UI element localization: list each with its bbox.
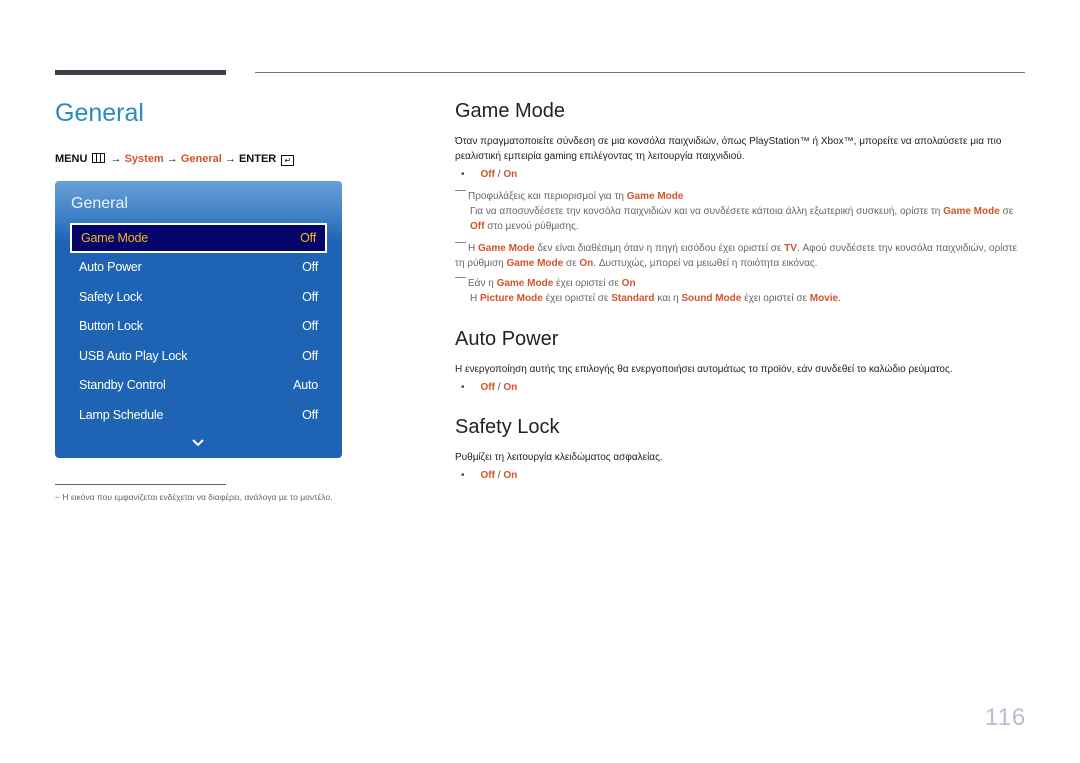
note-text: δεν είναι διαθέσιμη όταν η πηγή εισόδου …	[534, 243, 785, 254]
game-mode-note-tv-source: Η Game Mode δεν είναι διαθέσιμη όταν η π…	[455, 241, 1025, 271]
note-highlight: On	[621, 278, 636, 289]
note-dash-icon	[455, 242, 466, 243]
auto-power-heading: Auto Power	[455, 328, 559, 350]
auto-power-options: • Off / On	[461, 382, 517, 393]
bullet-dot: •	[461, 169, 465, 180]
safety-lock-options: • Off / On	[461, 470, 517, 481]
osd-item-label: Auto Power	[79, 260, 142, 275]
osd-item-safety-lock[interactable]: Safety Lock Off	[70, 282, 327, 312]
footnote: − Η εικόνα που εμφανίζεται ενδέχεται να …	[55, 492, 333, 502]
bullet-dot: •	[461, 382, 465, 393]
section-title: General	[55, 99, 144, 127]
note-text: Η	[470, 293, 480, 304]
osd-general-menu: General Game Mode Off Auto Power Off Saf…	[55, 181, 342, 458]
option-on: On	[503, 382, 518, 393]
osd-item-value: Off	[302, 319, 318, 334]
osd-item-value: Auto	[293, 378, 318, 393]
game-mode-options: • Off / On	[461, 169, 517, 180]
note-text: σε	[563, 258, 580, 269]
note-text: έχει οριστεί σε	[553, 278, 622, 289]
note-text: Προφυλάξεις και περιορισμοί για τη	[468, 191, 627, 202]
note-dash-icon	[455, 277, 466, 278]
osd-item-value: Off	[300, 230, 316, 245]
option-off: Off	[480, 470, 495, 481]
osd-item-button-lock[interactable]: Button Lock Off	[70, 312, 327, 342]
option-on: On	[503, 470, 518, 481]
osd-item-value: Off	[302, 260, 318, 275]
auto-power-description: Η ενεργοποίηση αυτής της επιλογής θα ενε…	[455, 364, 953, 375]
osd-item-label: Game Mode	[81, 230, 148, 245]
note-text: Η	[468, 243, 478, 254]
osd-item-value: Off	[302, 289, 318, 304]
note-text: Για να αποσυνδέσετε την κονσόλα παιχνιδι…	[470, 206, 944, 217]
osd-item-label: Standby Control	[79, 378, 166, 393]
note-text: και η	[654, 293, 682, 304]
note-dash-icon	[455, 190, 466, 191]
footnote-rule	[55, 484, 226, 485]
note-highlight: Game Mode	[626, 191, 684, 202]
osd-item-label: Safety Lock	[79, 289, 143, 304]
note-body: Η Picture Mode έχει οριστεί σε Standard …	[455, 291, 1025, 306]
note-highlight: Game Mode	[496, 278, 554, 289]
enter-icon: ↵	[281, 155, 295, 166]
bullet-dot: •	[461, 470, 465, 481]
note-body: Για να αποσυνδέσετε την κονσόλα παιχνιδι…	[455, 204, 1025, 234]
note-text: σε	[999, 206, 1014, 217]
option-separator: /	[497, 470, 501, 481]
option-separator: /	[497, 169, 501, 180]
note-text: Εάν η	[468, 278, 497, 289]
header-rule-thin	[255, 72, 1025, 73]
osd-item-value: Off	[302, 348, 318, 363]
osd-item-value: Off	[302, 407, 318, 422]
note-highlight: Sound Mode	[681, 293, 742, 304]
game-mode-note-on-effects: Εάν η Game Mode έχει οριστεί σε On Η Pic…	[455, 276, 1025, 306]
option-off: Off	[480, 169, 495, 180]
note-highlight: Standard	[611, 293, 655, 304]
osd-title: General	[71, 195, 128, 212]
header-rule-thick	[55, 70, 226, 75]
osd-item-label: USB Auto Play Lock	[79, 348, 188, 363]
chevron-down-icon[interactable]	[191, 436, 205, 450]
safety-lock-heading: Safety Lock	[455, 416, 560, 438]
note-text: . Δυστυχώς, μπορεί να μειωθεί η ποιότητα…	[593, 258, 818, 269]
breadcrumb-menu: MENU	[55, 153, 88, 165]
osd-item-game-mode[interactable]: Game Mode Off	[70, 223, 327, 253]
note-highlight: Picture Mode	[480, 293, 543, 304]
game-mode-heading: Game Mode	[455, 100, 566, 122]
note-text: στο μενού ρύθμισης.	[484, 221, 579, 232]
safety-lock-description: Ρυθμίζει τη λειτουργία κλειδώματος ασφαλ…	[455, 452, 663, 463]
option-separator: /	[497, 382, 501, 393]
note-highlight: Movie	[809, 293, 839, 304]
note-highlight: Game Mode	[506, 258, 564, 269]
breadcrumb-system: System	[124, 153, 164, 165]
note-highlight: Off	[470, 221, 485, 232]
note-text: έχει οριστεί σε	[542, 293, 612, 304]
note-highlight: Game Mode	[478, 243, 535, 254]
osd-item-lamp-schedule[interactable]: Lamp Schedule Off	[70, 400, 327, 430]
breadcrumb-enter: ENTER	[238, 153, 277, 165]
breadcrumb-general: General	[180, 153, 222, 165]
breadcrumb-arrow: →	[110, 153, 122, 165]
osd-item-standby-control[interactable]: Standby Control Auto	[70, 371, 327, 401]
osd-item-label: Lamp Schedule	[79, 407, 164, 422]
option-off: Off	[480, 382, 495, 393]
breadcrumb: MENU → System → General → ENTER ↵	[55, 153, 295, 166]
osd-item-usb-auto-play-lock[interactable]: USB Auto Play Lock Off	[70, 341, 327, 371]
note-text: .	[838, 293, 841, 304]
breadcrumb-arrow: →	[224, 153, 236, 165]
menu-icon	[92, 153, 106, 163]
note-highlight: TV	[784, 243, 797, 254]
page-number: 116	[985, 704, 1027, 731]
game-mode-description: Όταν πραγματοποιείτε σύνδεση σε μια κονσ…	[455, 136, 1002, 162]
osd-menu-list: Game Mode Off Auto Power Off Safety Lock…	[70, 223, 327, 430]
game-mode-note-precautions: Προφυλάξεις και περιορισμοί για τη Game …	[455, 189, 1025, 234]
breadcrumb-arrow: →	[166, 153, 178, 165]
note-text: έχει οριστεί σε	[741, 293, 810, 304]
note-highlight: Game Mode	[943, 206, 1000, 217]
note-highlight: On	[579, 258, 594, 269]
osd-item-label: Button Lock	[79, 319, 143, 334]
osd-item-auto-power[interactable]: Auto Power Off	[70, 253, 327, 283]
option-on: On	[503, 169, 518, 180]
